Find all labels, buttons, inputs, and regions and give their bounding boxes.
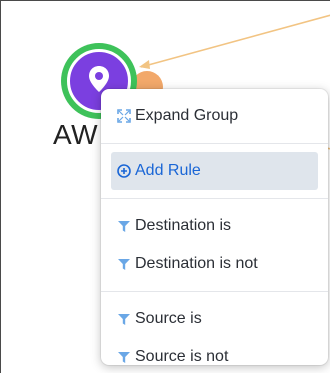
filter-icon [117,312,131,326]
menu-item-label: Source is [135,310,202,327]
graph-edge [140,14,330,68]
menu-item-source-is[interactable]: Source is [101,300,328,338]
filter-icon [117,350,131,364]
menu-divider [101,198,328,199]
menu-item-label: Expand Group [135,107,239,124]
menu-item-add-rule[interactable]: Add Rule [111,152,318,190]
context-menu: Expand Group Add Rule Destination is Des… [101,89,328,365]
filter-icon [117,257,131,271]
menu-item-expand-group[interactable]: Expand Group [101,97,328,135]
menu-item-label: Source is not [135,348,229,365]
menu-item-destination-is-not[interactable]: Destination is not [101,245,328,283]
menu-item-label: Destination is [135,217,232,234]
node-label: AW [53,119,99,150]
menu-item-label: Add Rule [135,162,201,179]
menu-item-label: Destination is not [135,255,258,272]
filter-icon [117,219,131,233]
edge-arrowhead [139,60,150,69]
graph-canvas[interactable]: AW Expand Group Add Rule Destination is … [0,0,330,373]
menu-divider [101,143,328,144]
menu-item-source-is-not[interactable]: Source is not [101,338,328,373]
expand-icon [117,109,131,123]
menu-item-destination-is[interactable]: Destination is [101,207,328,245]
plus-circle-icon [117,164,131,178]
menu-divider [101,291,328,292]
